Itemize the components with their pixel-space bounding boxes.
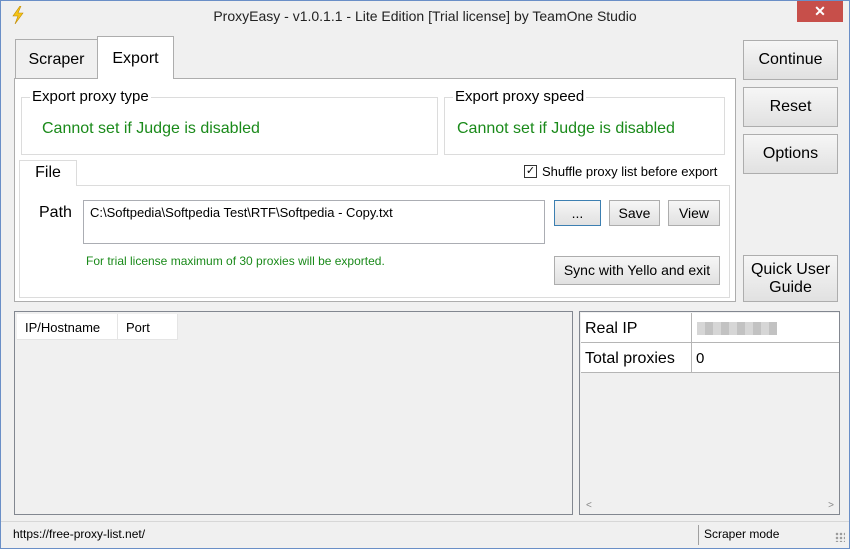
shuffle-checkbox[interactable]: ✓ xyxy=(524,165,537,178)
scroll-right-icon[interactable]: > xyxy=(828,500,834,511)
tab-file[interactable]: File xyxy=(19,160,77,186)
shuffle-label[interactable]: Shuffle proxy list before export xyxy=(542,164,717,179)
proxy-list[interactable]: IP/Hostname Port xyxy=(14,311,573,515)
guide-label-line2: Guide xyxy=(769,279,812,296)
tab-scraper[interactable]: Scraper xyxy=(15,39,98,78)
list-header: IP/Hostname Port xyxy=(17,314,178,340)
save-button[interactable]: Save xyxy=(609,200,660,226)
column-port[interactable]: Port xyxy=(118,314,178,340)
scroll-left-icon[interactable]: < xyxy=(586,500,592,511)
resize-grip-icon[interactable] xyxy=(835,532,845,542)
group-message: Cannot set if Judge is disabled xyxy=(457,120,675,137)
window-title: ProxyEasy - v1.0.1.1 - Lite Edition [Tri… xyxy=(213,8,637,24)
divider xyxy=(691,343,692,373)
group-title: Export proxy speed xyxy=(453,88,587,105)
quick-user-guide-button[interactable]: Quick User Guide xyxy=(743,255,838,302)
divider xyxy=(691,313,692,343)
redacted-ip-value xyxy=(697,322,777,335)
export-proxy-speed-group: Export proxy speed Cannot set if Judge i… xyxy=(444,88,725,155)
close-button[interactable]: ✕ xyxy=(797,1,843,22)
path-label: Path xyxy=(39,204,72,221)
column-ip-hostname[interactable]: IP/Hostname xyxy=(17,314,118,340)
trial-note: For trial license maximum of 30 proxies … xyxy=(86,254,385,268)
horizontal-scrollbar[interactable]: < > xyxy=(581,498,839,514)
tab-export[interactable]: Export xyxy=(97,36,174,79)
status-url: https://free-proxy-list.net/ xyxy=(13,527,146,541)
sync-yello-button[interactable]: Sync with Yello and exit xyxy=(554,256,720,285)
continue-button[interactable]: Continue xyxy=(743,40,838,80)
group-title: Export proxy type xyxy=(30,88,151,105)
total-proxies-row: Total proxies 0 xyxy=(581,343,839,373)
info-panel: Real IP Total proxies 0 < > xyxy=(579,311,840,515)
view-button[interactable]: View xyxy=(668,200,720,226)
title-bar: ProxyEasy - v1.0.1.1 - Lite Edition [Tri… xyxy=(1,1,849,32)
options-button[interactable]: Options xyxy=(743,134,838,174)
group-message: Cannot set if Judge is disabled xyxy=(42,120,260,137)
app-window: ProxyEasy - v1.0.1.1 - Lite Edition [Tri… xyxy=(0,0,850,549)
reset-button[interactable]: Reset xyxy=(743,87,838,127)
path-input[interactable]: C:\Softpedia\Softpedia Test\RTF\Softpedi… xyxy=(83,200,545,244)
export-proxy-type-group: Export proxy type Cannot set if Judge is… xyxy=(21,88,438,155)
total-proxies-label: Total proxies xyxy=(585,350,675,367)
status-bar: https://free-proxy-list.net/ Scraper mod… xyxy=(1,521,849,548)
status-separator xyxy=(698,525,699,545)
real-ip-row: Real IP xyxy=(581,313,839,343)
status-mode: Scraper mode xyxy=(704,527,780,541)
real-ip-label: Real IP xyxy=(585,320,638,337)
total-proxies-value: 0 xyxy=(696,350,705,367)
browse-button[interactable]: ... xyxy=(554,200,601,226)
guide-label-line1: Quick User xyxy=(750,261,831,278)
